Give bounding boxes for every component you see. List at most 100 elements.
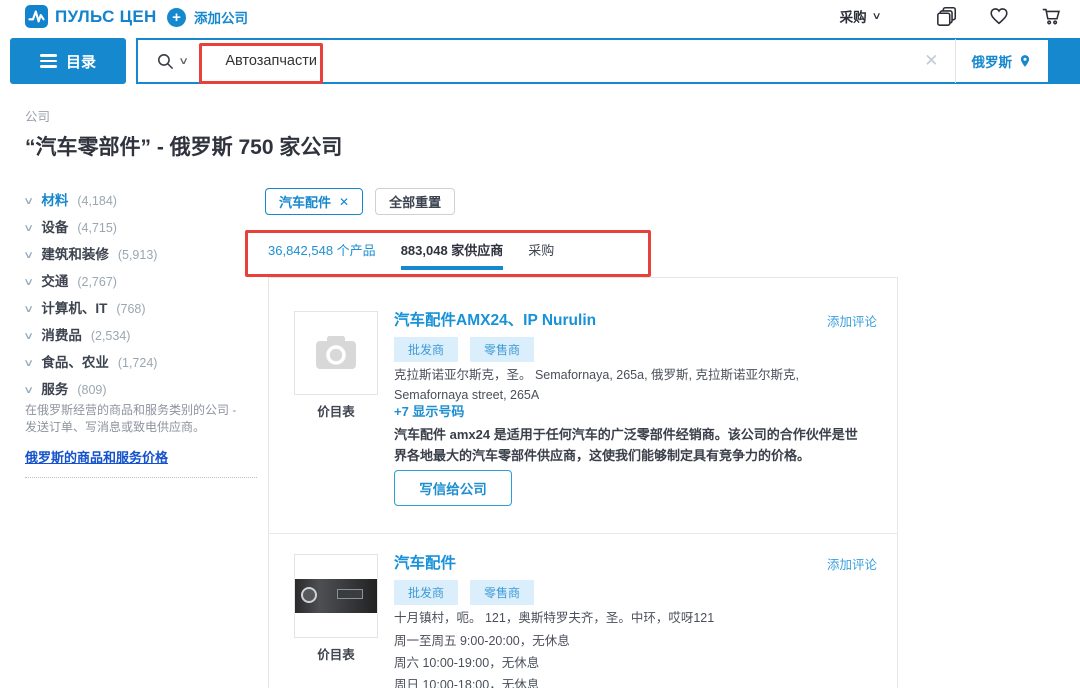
category-count: (2,534) [91, 329, 131, 343]
logo[interactable]: ПУЛЬС ЦЕН [25, 5, 157, 28]
category-label: 食品、农业 [41, 351, 109, 371]
category-count: (4,184) [77, 194, 117, 208]
tab-suppliers[interactable]: 883,048 家供应商 [401, 240, 504, 259]
category-sidebar: ∨ 材料 (4,184) ∨ 设备 (4,715) ∨ 建筑和装修 (5,913… [25, 189, 257, 405]
category-count: (1,724) [118, 356, 158, 370]
badge-wholesaler: 批发商 [394, 337, 458, 362]
sidebar-item-computers-it[interactable]: ∨ 计算机、IT (768) [25, 297, 257, 324]
top-bar: ПУЛЬС ЦЕН + 添加公司 采购 ∨ [0, 0, 1080, 36]
add-company-button[interactable]: + 添加公司 [167, 7, 248, 27]
divider [269, 533, 897, 534]
tab-products[interactable]: 36,842,548 个产品 [268, 240, 376, 259]
clear-search-icon[interactable]: ✕ [908, 51, 954, 71]
chip-label: 汽车配件 [279, 192, 331, 211]
badge-wholesaler: 批发商 [394, 580, 458, 605]
filter-chips: 汽车配件 ✕ 全部重置 [265, 188, 455, 215]
working-hours: 周一至周五 9:00-20:00，无休息 周六 10:00-19:00，无休息 … [394, 630, 570, 688]
company-card: 价目表 汽车配件AMX24、IP Nurulin 添加评论 批发商 零售商 克拉… [269, 278, 897, 533]
location-pin-icon [1018, 53, 1032, 69]
category-count: (5,913) [118, 248, 158, 262]
category-label: 材料 [41, 189, 68, 209]
company-photo[interactable] [294, 554, 378, 638]
search-input[interactable] [201, 53, 908, 69]
favorites-heart-icon[interactable] [988, 5, 1010, 27]
breadcrumb[interactable]: 公司 [25, 106, 50, 125]
category-count: (2,767) [77, 275, 117, 289]
sidebar-item-construction[interactable]: ∨ 建筑和装修 (5,913) [25, 243, 257, 270]
company-description: 汽车配件 amx24 是适用于任何汽车的广泛零部件经销商。该公司的合作伙伴是世界… [394, 424, 864, 466]
category-label: 服务 [41, 378, 68, 398]
header-actions: 采购 ∨ [840, 5, 1062, 27]
chevron-down-icon: ∨ [23, 331, 34, 342]
sidebar-item-food-agriculture[interactable]: ∨ 食品、农业 (1,724) [25, 351, 257, 378]
chevron-down-icon: ∨ [23, 304, 34, 315]
company-photo-image [295, 579, 377, 613]
page: ПУЛЬС ЦЕН + 添加公司 采购 ∨ 目录 [0, 0, 1080, 688]
catalog-label: 目录 [66, 51, 96, 72]
add-company-label: 添加公司 [194, 7, 248, 27]
chevron-down-icon: ∨ [23, 385, 34, 396]
category-count: (4,715) [77, 221, 117, 235]
remove-filter-icon[interactable]: ✕ [339, 195, 349, 209]
company-name-link[interactable]: 汽车配件 [394, 551, 456, 573]
category-label: 消费品 [41, 324, 82, 344]
compare-icon[interactable] [936, 5, 958, 27]
sidebar-item-consumer-goods[interactable]: ∨ 消费品 (2,534) [25, 324, 257, 351]
pulse-logo-icon [25, 5, 48, 28]
divider [25, 477, 257, 478]
category-label: 设备 [41, 216, 68, 236]
sidebar-item-transport[interactable]: ∨ 交通 (2,767) [25, 270, 257, 297]
logo-text: ПУЛЬС ЦЕН [55, 7, 157, 27]
page-title: “汽车零部件” - 俄罗斯 750 家公司 [25, 131, 342, 161]
search-icon [156, 52, 175, 71]
company-address: 十月镇村，呃。 121，奥斯特罗夫齐，圣。中环，哎呀121 [394, 608, 852, 628]
procurement-menu[interactable]: 采购 ∨ [840, 6, 880, 26]
company-badges: 批发商 零售商 [394, 337, 534, 362]
plus-icon: + [167, 8, 186, 27]
hamburger-icon [40, 54, 57, 68]
category-label: 计算机、IT [41, 297, 107, 317]
company-address: 克拉斯诺亚尔斯克，圣。 Semafornaya, 265a, 俄罗斯, 克拉斯诺… [394, 365, 852, 405]
badge-retailer: 零售商 [470, 337, 534, 362]
procurement-label: 采购 [840, 6, 867, 26]
write-to-company-button[interactable]: 写信给公司 [394, 470, 512, 506]
add-review-link[interactable]: 添加评论 [827, 554, 877, 573]
sidebar-note: 在俄罗斯经营的商品和服务类别的公司 - 发送订单、写消息或致电供应商。 [25, 402, 241, 436]
sidebar-item-equipment[interactable]: ∨ 设备 (4,715) [25, 216, 257, 243]
chevron-down-icon: ∨ [871, 11, 881, 22]
category-count: (768) [116, 302, 145, 316]
chevron-down-icon: ∨ [178, 56, 189, 67]
camera-placeholder-icon [314, 334, 358, 372]
catalog-button[interactable]: 目录 [10, 38, 126, 84]
price-list-label[interactable]: 价目表 [294, 401, 378, 420]
category-label: 建筑和装修 [41, 243, 109, 263]
search-submit-button[interactable] [1048, 40, 1078, 82]
hours-sunday: 周日 10:00-18:00，无休息 [394, 674, 570, 688]
tab-procurement[interactable]: 采购 [528, 240, 554, 259]
filter-chip-auto-parts[interactable]: 汽车配件 ✕ [265, 188, 363, 215]
region-selector[interactable]: 俄罗斯 [956, 51, 1049, 71]
price-list-label[interactable]: 价目表 [294, 644, 378, 663]
company-name-link[interactable]: 汽车配件AMX24、IP Nurulin [394, 308, 596, 330]
category-count: (809) [77, 383, 106, 397]
hours-saturday: 周六 10:00-19:00，无休息 [394, 652, 570, 674]
chevron-down-icon: ∨ [23, 277, 34, 288]
cart-icon[interactable] [1040, 5, 1062, 27]
reset-all-button[interactable]: 全部重置 [375, 188, 455, 215]
sidebar-item-services[interactable]: ∨ 服务 (809) [25, 378, 257, 405]
sidebar-item-materials[interactable]: ∨ 材料 (4,184) [25, 189, 257, 216]
company-photo-placeholder[interactable] [294, 311, 378, 395]
result-tabs: 36,842,548 个产品 883,048 家供应商 采购 [268, 240, 554, 259]
show-phone-link[interactable]: +7 显示号码 [394, 401, 464, 420]
chevron-down-icon: ∨ [23, 223, 34, 234]
company-results-list: 价目表 汽车配件AMX24、IP Nurulin 添加评论 批发商 零售商 克拉… [268, 277, 898, 688]
search-type-selector[interactable]: ∨ [138, 52, 201, 71]
chevron-down-icon: ∨ [23, 358, 34, 369]
badge-retailer: 零售商 [470, 580, 534, 605]
sidebar-prices-link[interactable]: 俄罗斯的商品和服务价格 [25, 447, 168, 466]
region-label: 俄罗斯 [972, 51, 1013, 71]
category-label: 交通 [41, 270, 68, 290]
hours-weekdays: 周一至周五 9:00-20:00，无休息 [394, 630, 570, 652]
reset-label: 全部重置 [389, 192, 441, 211]
add-review-link[interactable]: 添加评论 [827, 311, 877, 330]
